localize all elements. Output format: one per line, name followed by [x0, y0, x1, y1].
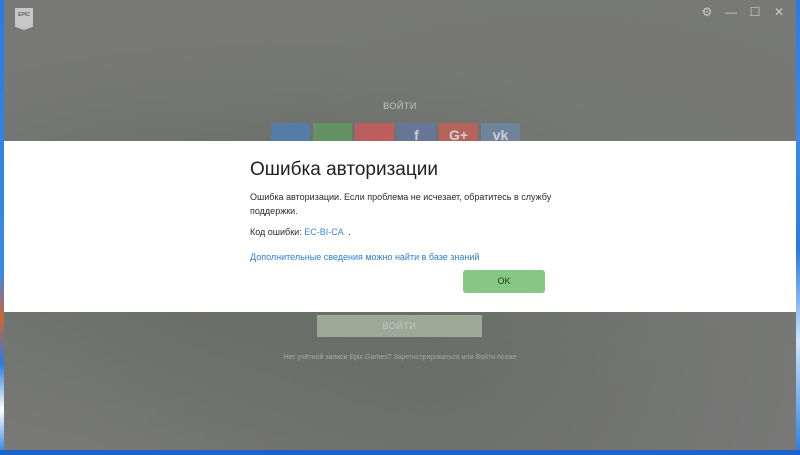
- error-dialog: Ошибка авторизации Ошибка авторизации. Е…: [4, 141, 796, 312]
- desktop-right-edge: [796, 0, 800, 455]
- knowledge-base-link[interactable]: Дополнительные сведения можно найти в ба…: [250, 252, 479, 262]
- error-code-suffix: .: [348, 227, 351, 237]
- ok-button[interactable]: OK: [463, 270, 545, 293]
- error-code-label: Код ошибки:: [250, 227, 302, 237]
- dialog-message: Ошибка авторизации. Если проблема не исч…: [250, 192, 552, 216]
- desktop-bottom-edge: [0, 450, 800, 455]
- dialog-title: Ошибка авторизации: [250, 159, 438, 180]
- error-code-line: Код ошибки: EC-BI-CA .: [250, 227, 351, 237]
- error-code-value[interactable]: EC-BI-CA: [304, 227, 343, 237]
- epic-launcher-window: EPIC ⚙ — ☐ ✕ ВОЙТИ f G+ vk ВОЙТИ Нет учё…: [4, 0, 796, 450]
